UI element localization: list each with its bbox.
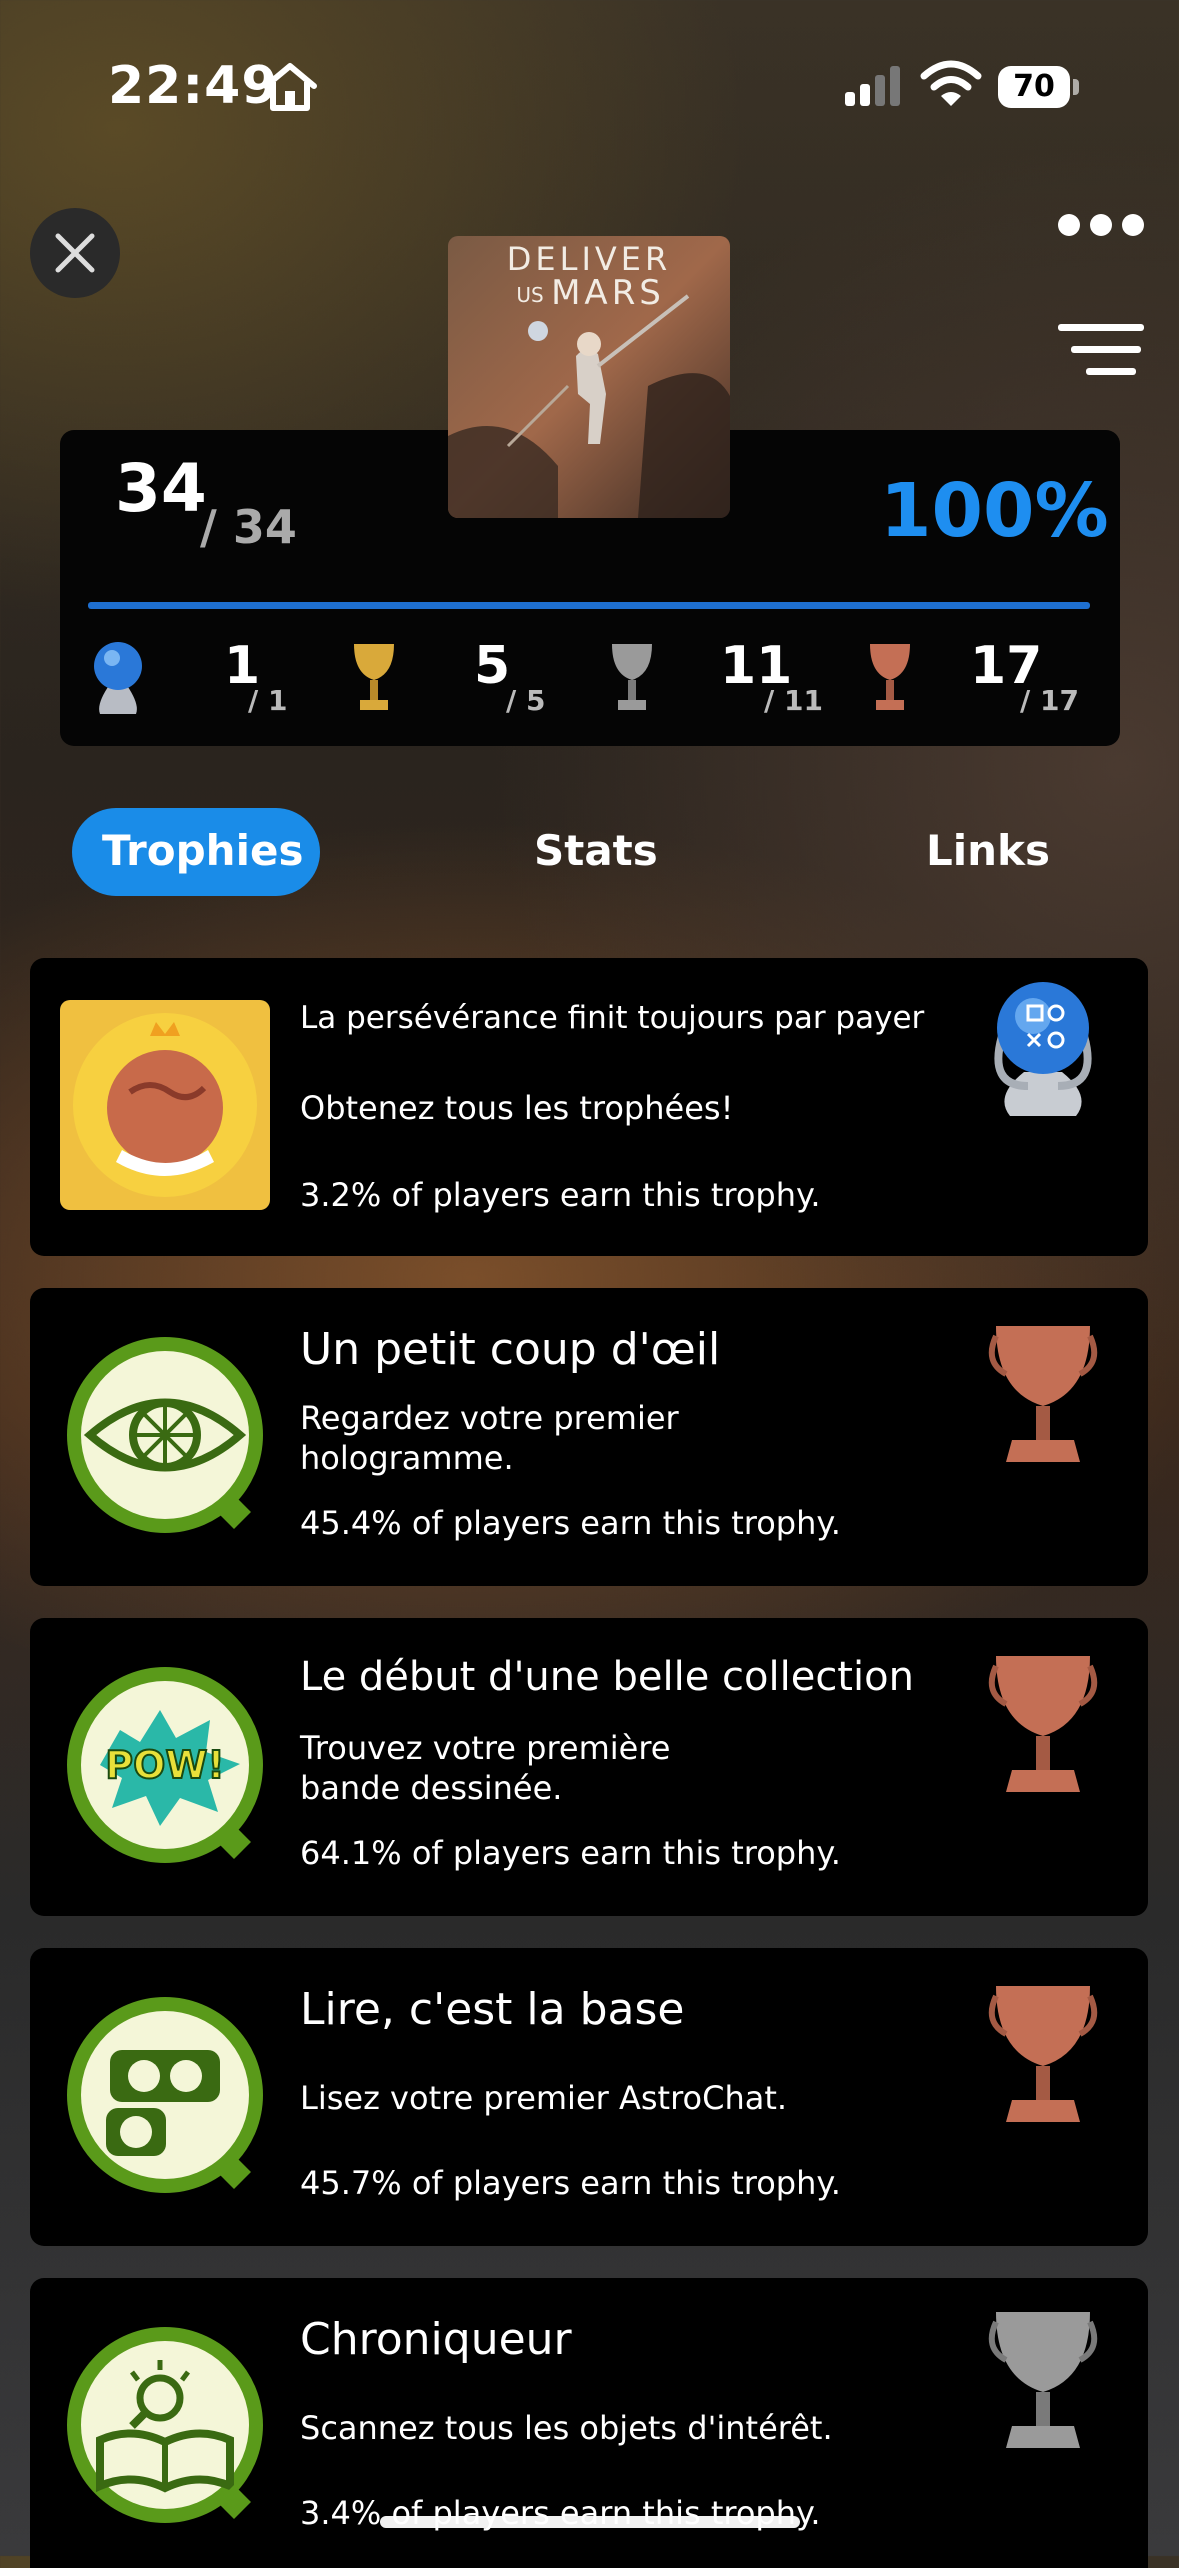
trophies-earned: 34 <box>115 450 207 527</box>
trophy-description: Regardez votre premier <box>300 1399 679 1437</box>
battery-icon: 70 <box>998 66 1082 108</box>
bronze-total: / 17 <box>1020 684 1079 717</box>
trophy-earn-rate: 64.1% of players earn this trophy. <box>300 1834 841 1872</box>
platinum-trophy-icon <box>994 982 1092 1116</box>
cover-title-mars: MARS <box>551 273 665 313</box>
battery-tip <box>1073 79 1079 95</box>
pow-badge-text: POW! <box>105 1743 224 1787</box>
cover-title-us: US <box>516 283 543 307</box>
trophy-title: Chroniqueur <box>300 2314 572 2365</box>
trophy-title: Un petit coup d'œil <box>300 1324 721 1375</box>
trophy-earn-rate: 45.4% of players earn this trophy. <box>300 1504 841 1542</box>
trophy-title: Lire, c'est la base <box>300 1984 685 2035</box>
bronze-trophy-icon <box>988 1656 1098 1792</box>
gold-trophy-icon <box>354 644 394 710</box>
completion-percent: 100% <box>880 468 1109 554</box>
close-icon <box>55 233 95 273</box>
chat-badge-icon <box>67 1997 263 2193</box>
trophy-title: Le début d'une belle collection <box>300 1654 914 1700</box>
tab-links[interactable]: Links <box>926 826 1050 875</box>
gold-total: / 5 <box>506 684 546 717</box>
trophies-total: / 34 <box>200 500 297 554</box>
trophy-earn-rate: 45.7% of players earn this trophy. <box>300 2164 841 2202</box>
silver-total: / 11 <box>764 684 823 717</box>
cellular-signal-icon <box>845 66 900 106</box>
status-time: 22:49 <box>108 56 279 116</box>
wifi-icon <box>920 60 982 106</box>
silver-trophy-icon <box>988 2312 1098 2448</box>
more-options-icon[interactable] <box>1056 210 1146 240</box>
game-cover-art: DELIVER US MARS <box>448 236 730 518</box>
bronze-trophy-icon <box>870 644 910 710</box>
bronze-trophy-icon <box>988 1986 1098 2122</box>
trophy-description: Lisez votre premier AstroChat. <box>300 2079 788 2117</box>
book-magnifier-badge-icon <box>67 2327 263 2523</box>
battery-level: 70 <box>998 66 1070 108</box>
trophy-title: La persévérance finit toujours par payer <box>300 1000 925 1036</box>
tab-stats[interactable]: Stats <box>534 826 658 875</box>
filter-sort-icon[interactable] <box>1056 320 1146 380</box>
platinum-trophy-icon <box>94 642 142 714</box>
tab-trophies-label[interactable]: Trophies <box>102 826 303 875</box>
home-indicator[interactable] <box>380 2516 800 2528</box>
eye-badge-icon <box>67 1337 263 1533</box>
gold-earned: 5 <box>474 636 511 696</box>
perseverance-badge-icon <box>60 1000 270 1210</box>
pow-comic-badge-icon: POW! <box>67 1667 263 1863</box>
trophy-description-line2: hologramme. <box>300 1439 514 1477</box>
close-button[interactable] <box>30 208 120 298</box>
trophy-description-line2: bande dessinée. <box>300 1769 563 1807</box>
trophy-description: Obtenez tous les trophées! <box>300 1089 734 1127</box>
platinum-total: / 1 <box>248 684 288 717</box>
silver-trophy-icon <box>612 644 652 710</box>
bronze-trophy-icon <box>988 1326 1098 1462</box>
trophy-description: Scannez tous les objets d'intérêt. <box>300 2409 833 2447</box>
trophy-description: Trouvez votre première <box>300 1729 671 1767</box>
completion-progress-bar <box>88 602 1090 609</box>
home-icon <box>263 63 317 111</box>
trophy-earn-rate: 3.2% of players earn this trophy. <box>300 1176 821 1214</box>
